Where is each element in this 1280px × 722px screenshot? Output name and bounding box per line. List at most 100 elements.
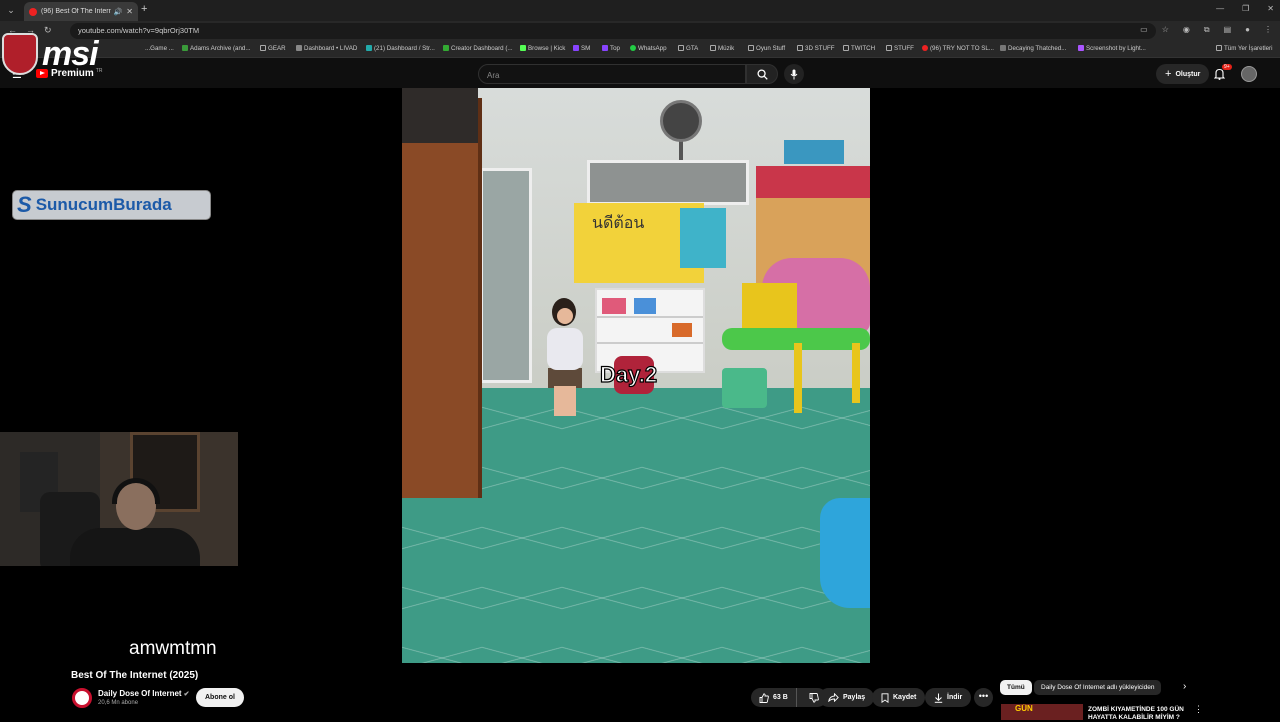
scene-child-legs <box>554 386 576 416</box>
kebab-menu-icon[interactable]: ⋮ <box>1264 25 1272 35</box>
scene-child <box>547 328 583 370</box>
window-controls: — ❐ ✕ <box>1216 4 1274 13</box>
create-button[interactable]: + Oluştur <box>1156 64 1210 84</box>
chip-all[interactable]: Tümü <box>1000 680 1032 695</box>
channel-name[interactable]: Daily Dose Of Internet <box>98 689 182 698</box>
bookmark-item[interactable]: WhatsApp <box>630 45 667 52</box>
bookmark-item[interactable]: (96) TRY NOT TO SL... <box>922 45 994 52</box>
recommended-video-thumbnail[interactable]: GÜN <box>1001 704 1083 720</box>
close-tab-icon[interactable]: ✕ <box>126 7 133 16</box>
scene-chair <box>742 283 797 333</box>
minimize-icon[interactable]: — <box>1216 4 1224 13</box>
verified-icon: ✔ <box>183 691 190 698</box>
msi-shield-icon <box>2 33 38 75</box>
youtube-favicon-icon <box>29 7 37 16</box>
scene-toy <box>672 323 692 337</box>
close-window-icon[interactable]: ✕ <box>1267 4 1274 13</box>
scene-toy <box>602 298 626 314</box>
speaker-icon[interactable]: 🔊 <box>114 8 123 16</box>
bookmark-folder[interactable]: Müzik <box>710 45 734 52</box>
share-button[interactable]: Paylaş <box>819 688 875 707</box>
profile-icon[interactable]: ● <box>1245 25 1250 35</box>
bookmark-folder[interactable]: GEAR <box>260 45 286 52</box>
star-icon[interactable]: ☆ <box>1162 25 1169 35</box>
microphone-icon <box>790 69 798 79</box>
search-input[interactable] <box>479 66 745 85</box>
bookmark-item[interactable]: SM <box>573 45 590 52</box>
url-field[interactable]: youtube.com/watch?v=9qbrOrj30TM <box>70 23 1156 39</box>
bookmark-icon <box>881 692 889 703</box>
search-icon <box>756 68 768 80</box>
search-button[interactable] <box>746 64 778 84</box>
scene-fan <box>660 100 702 142</box>
browser-tab-bar: ⌄ (96) Best Of The Internet (2 🔊 ✕ + — ❐… <box>0 0 1280 21</box>
bookmark-folder[interactable]: Oyun Stuff <box>748 45 785 52</box>
save-button[interactable]: Kaydet <box>872 688 926 707</box>
channel-avatar[interactable] <box>72 688 92 708</box>
bookmarks-bar: ...Game ... Adams Archive (and... GEAR D… <box>0 41 1280 58</box>
channel-subscribers: 20,6 Mn abone <box>98 700 139 706</box>
scene-toy <box>634 298 656 314</box>
bookmark-item[interactable]: Adams Archive (and... <box>182 45 251 52</box>
bookmark-item[interactable]: Browse | Kick <box>520 45 565 52</box>
msi-sponsor-logo: msi <box>2 33 99 75</box>
browser-tab[interactable]: (96) Best Of The Internet (2 🔊 ✕ <box>24 2 138 21</box>
sunucum-burada-banner: S SunucumBurada <box>12 190 211 220</box>
streamer-webcam <box>0 432 238 566</box>
tab-title: (96) Best Of The Internet (2 <box>41 8 111 15</box>
voice-search-button[interactable] <box>784 64 804 84</box>
scene-basket <box>722 368 767 408</box>
shelf-row <box>597 342 703 344</box>
bookmark-folder[interactable]: STUFF <box>886 45 914 52</box>
scene-table-leg <box>852 343 860 403</box>
extension-icon[interactable]: ◉ <box>1183 25 1190 35</box>
tab-search-button[interactable]: ⌄ <box>4 3 18 17</box>
bookmark-item[interactable]: (21) Dashboard / Str... <box>366 45 435 52</box>
bookmark-item[interactable]: Decaying Thatched... <box>1000 45 1066 52</box>
new-tab-button[interactable]: + <box>141 3 147 15</box>
webcam-person-body <box>70 528 200 566</box>
puzzle-icon[interactable]: ⧉ <box>1204 25 1210 35</box>
bookmark-folder[interactable]: GTA <box>678 45 698 52</box>
notification-badge: 9+ <box>1222 64 1232 70</box>
download-button[interactable]: İndir <box>925 688 972 707</box>
streamer-name: amwmtmn <box>129 638 217 659</box>
bookmark-item[interactable]: Dashboard • LIVAD <box>296 45 357 52</box>
sidebar-icon[interactable]: ▤ <box>1224 25 1232 35</box>
scene-child-face <box>557 308 573 324</box>
sunucum-logo-icon: S <box>17 192 32 217</box>
chevron-right-icon[interactable]: › <box>1183 681 1186 692</box>
thumbs-up-icon <box>759 692 769 703</box>
channel-name-row[interactable]: Daily Dose Of Internet ✔ <box>98 689 189 698</box>
youtube-header: ☰ Premium TR + Oluştur 9+ <box>0 58 1280 88</box>
all-bookmarks-folder[interactable]: Tüm Yer İşaretleri <box>1216 45 1273 52</box>
restore-icon[interactable]: ❐ <box>1242 4 1249 13</box>
scene-child-shorts <box>548 368 582 388</box>
share-icon <box>828 693 839 702</box>
chip-from-uploader[interactable]: Daily Dose Of Internet adlı yükleyiciden <box>1034 680 1162 695</box>
scene-board-text: นดีต้อน <box>592 215 645 232</box>
bookmark-folder[interactable]: 3D STUFF <box>797 45 835 52</box>
scene-cabinet <box>402 98 482 498</box>
bookmark-item[interactable]: Creator Dashboard (... <box>443 45 513 52</box>
bookmark-item[interactable]: Top <box>602 45 620 52</box>
bookmark-item[interactable]: ...Game ... <box>145 45 174 52</box>
scene-door <box>480 168 532 383</box>
sunucum-text: SunucumBurada <box>35 195 172 214</box>
bookmark-item[interactable]: Screenshot by Light... <box>1078 45 1146 52</box>
thumbnail-text: GÜN <box>1015 704 1033 713</box>
shelf-row <box>597 316 703 318</box>
subscribe-button[interactable]: Abone ol <box>196 688 244 707</box>
thumbs-down-icon <box>809 692 819 703</box>
share-label: Paylaş <box>843 694 866 701</box>
video-player[interactable]: นดีต้อน Day.2 <box>402 88 870 663</box>
like-button[interactable]: 63 B <box>751 688 797 707</box>
more-actions-button[interactable]: ••• <box>974 688 993 707</box>
account-avatar[interactable] <box>1241 66 1257 82</box>
address-bar-row: ← → ↻ youtube.com/watch?v=9qbrOrj30TM ▭ … <box>0 21 1280 41</box>
recommended-video-menu-icon[interactable]: ⋮ <box>1194 704 1203 715</box>
cast-icon[interactable]: ▭ <box>1140 25 1148 35</box>
scene-cabinet-top <box>402 88 478 143</box>
bookmark-folder[interactable]: TWITCH <box>843 45 875 52</box>
search-box <box>478 64 746 85</box>
